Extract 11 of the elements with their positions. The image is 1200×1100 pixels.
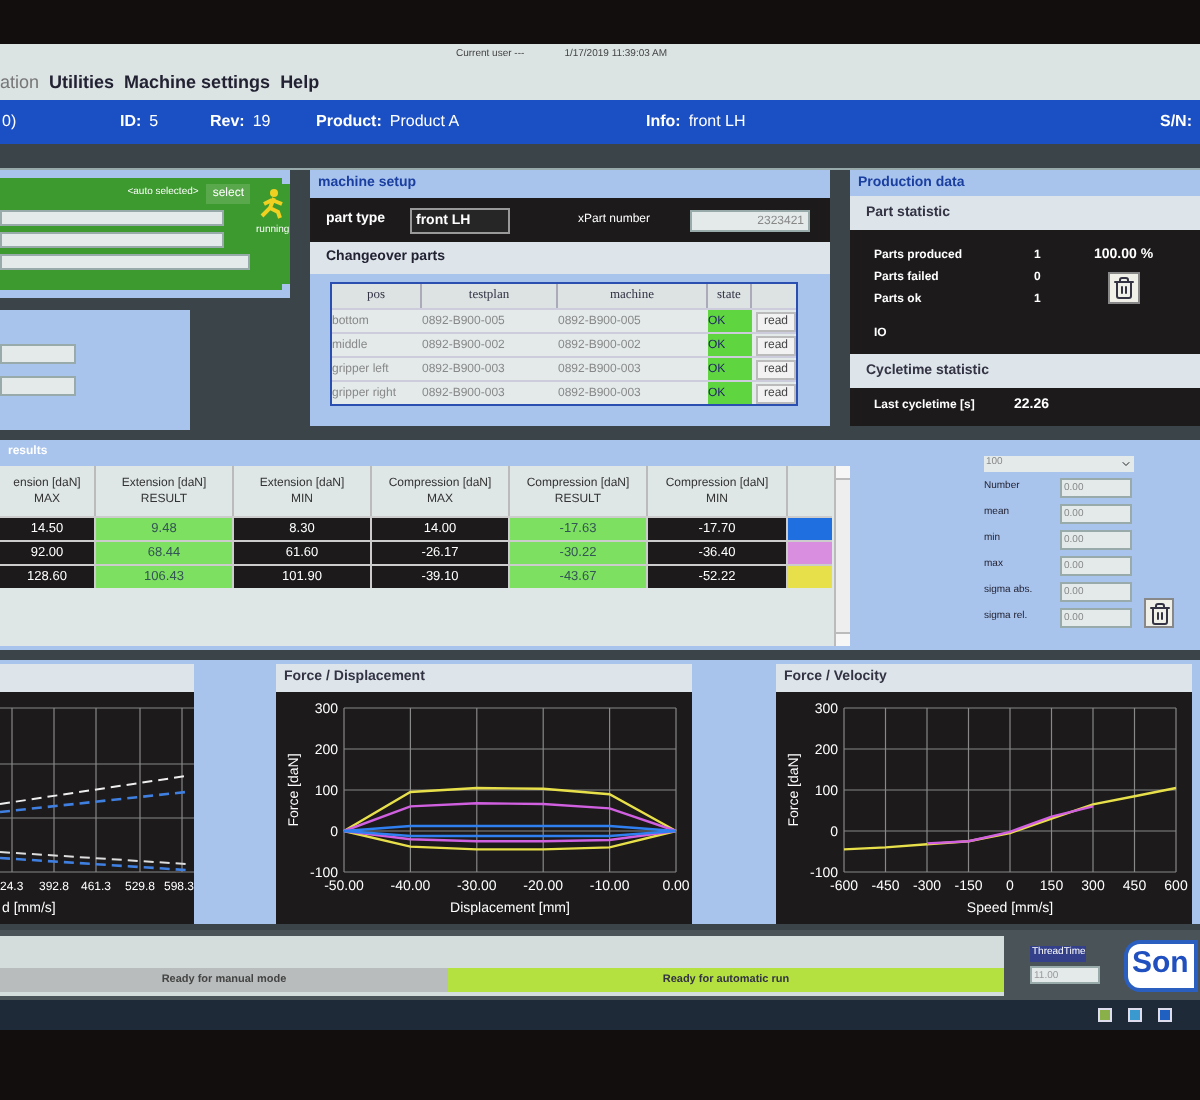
- info-label: Rev:: [210, 110, 245, 134]
- info-value: 5: [149, 110, 159, 134]
- info-text: 0): [0, 110, 19, 134]
- logo: Son: [1124, 939, 1198, 991]
- info-label: Product:: [316, 110, 382, 134]
- info-value: front LH: [688, 110, 746, 134]
- info-label: ID:: [120, 110, 142, 134]
- info-value: 19: [252, 110, 271, 134]
- info-label: S/N:: [1160, 110, 1192, 134]
- info-value: Product A: [389, 110, 460, 134]
- info-label: Info:: [646, 110, 681, 134]
